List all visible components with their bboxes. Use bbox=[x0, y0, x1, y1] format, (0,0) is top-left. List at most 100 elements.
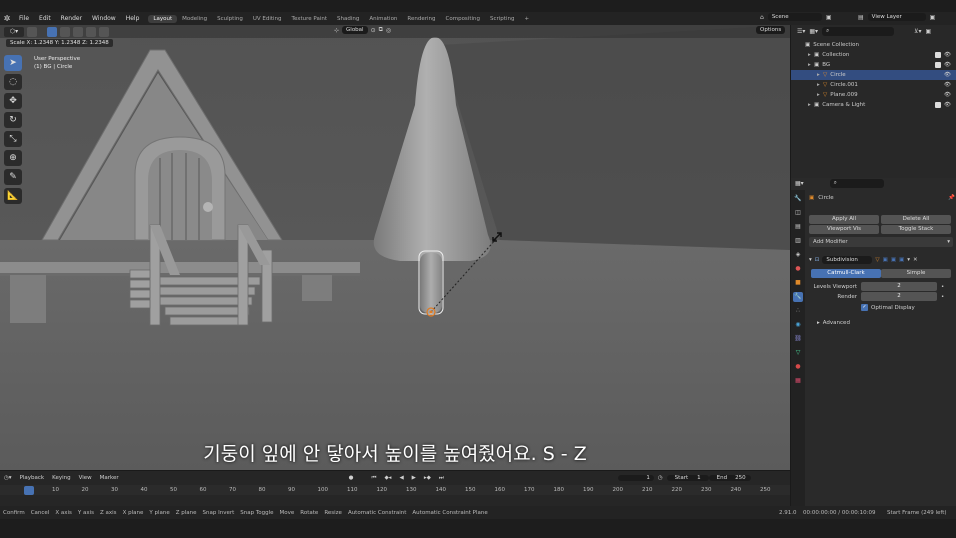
outliner-search-field[interactable]: ⌕ bbox=[822, 27, 895, 36]
tab-compositing[interactable]: Compositing bbox=[441, 15, 485, 23]
new-collection-icon[interactable]: ▣ bbox=[925, 28, 931, 35]
add-modifier-dropdown[interactable]: Add Modifier ▾ bbox=[809, 237, 953, 247]
timeline-editor-icon[interactable]: ◷▾ bbox=[0, 475, 16, 481]
pin-icon[interactable]: 📌 bbox=[948, 195, 955, 201]
tool-tab-icon[interactable]: 🔧 bbox=[793, 194, 803, 204]
filter-icon[interactable]: ⊻▾ bbox=[914, 28, 921, 35]
optimal-display-checkbox[interactable]: ✓ bbox=[861, 304, 868, 311]
clock-icon[interactable]: ◷ bbox=[654, 475, 667, 481]
close-icon[interactable]: ✕ bbox=[913, 257, 918, 263]
prev-keyframe-icon[interactable]: ◆◂ bbox=[380, 475, 395, 481]
scene-new-icon[interactable]: ▣ bbox=[826, 14, 832, 21]
next-keyframe-icon[interactable]: ▸◆ bbox=[420, 475, 435, 481]
exclude-checkbox[interactable] bbox=[935, 52, 941, 58]
editor-type-button[interactable]: ⬡▾ bbox=[4, 26, 24, 37]
outliner-row[interactable]: ▸ ▣ Camera & Light 👁 bbox=[791, 100, 956, 110]
select-mode-button[interactable] bbox=[27, 26, 37, 37]
modifier-tab-icon[interactable]: 🔧 bbox=[793, 292, 803, 302]
expand-icon[interactable]: ▾ bbox=[809, 257, 812, 263]
editmode-icon[interactable]: ▽ bbox=[875, 257, 879, 263]
keyframe-dot-icon[interactable]: • bbox=[941, 294, 944, 300]
current-frame-field[interactable]: 1 bbox=[617, 475, 654, 481]
frame-ruler[interactable]: 1102030405060708090100110120130140150160… bbox=[0, 485, 790, 495]
keying-menu[interactable]: Keying bbox=[48, 475, 74, 481]
end-frame-field[interactable]: End 250 bbox=[708, 475, 751, 481]
marker-menu[interactable]: Marker bbox=[96, 475, 123, 481]
outliner-row[interactable]: ▸ ▣ Collection 👁 bbox=[791, 50, 956, 60]
particles-tab-icon[interactable]: ∴ bbox=[793, 306, 803, 316]
world-tab-icon[interactable]: ● bbox=[793, 264, 803, 274]
select-intersect-icon[interactable] bbox=[99, 26, 109, 37]
view-layer-selector[interactable]: ▤ View Layer ▣ bbox=[858, 13, 935, 21]
render-toggle-icon[interactable]: ▣ bbox=[899, 257, 904, 263]
proportional-edit-icon[interactable]: ◎ bbox=[386, 27, 391, 34]
visibility-icon[interactable]: 👁 bbox=[944, 72, 951, 78]
start-frame-field[interactable]: Start 1 bbox=[666, 475, 709, 481]
scene-selector[interactable]: ⌂ Scene ▣ bbox=[760, 13, 831, 21]
tab-sculpting[interactable]: Sculpting bbox=[212, 15, 248, 23]
playhead[interactable] bbox=[24, 486, 34, 495]
scale-tool-icon[interactable]: ⤡ bbox=[4, 131, 22, 147]
outliner-row[interactable]: ▸ ▽ Circle.001 👁 bbox=[791, 80, 956, 90]
delete-all-button[interactable]: Delete All bbox=[881, 215, 951, 224]
viewport-toggle-icon[interactable]: ▣ bbox=[891, 257, 896, 263]
options-dropdown[interactable]: Options bbox=[756, 26, 786, 34]
3d-viewport[interactable]: ⬡▾ ⊹ Global ⊙ ⧉ ◎ Options Scale X: 1.234… bbox=[0, 25, 790, 470]
tab-modeling[interactable]: Modeling bbox=[177, 15, 212, 23]
transform-tool-icon[interactable]: ⊕ bbox=[4, 150, 22, 166]
outliner-row[interactable]: ▸ ▽ Plane.009 👁 bbox=[791, 90, 956, 100]
view-layer-tab-icon[interactable]: ▥ bbox=[793, 236, 803, 246]
tab-uv-editing[interactable]: UV Editing bbox=[248, 15, 287, 23]
view-menu[interactable]: View bbox=[75, 475, 96, 481]
data-tab-icon[interactable]: ▽ bbox=[793, 348, 803, 358]
cage-icon[interactable]: ▣ bbox=[883, 257, 888, 263]
measure-tool-icon[interactable]: 📐 bbox=[4, 188, 22, 204]
select-box-icon[interactable] bbox=[47, 26, 57, 37]
menu-render[interactable]: Render bbox=[56, 15, 87, 22]
add-workspace-button[interactable]: + bbox=[519, 15, 534, 23]
display-mode-icon[interactable]: ▦▾ bbox=[809, 28, 818, 35]
view-layer-new-icon[interactable]: ▣ bbox=[930, 14, 936, 21]
output-tab-icon[interactable]: ▤ bbox=[793, 222, 803, 232]
texture-tab-icon[interactable]: ▦ bbox=[793, 376, 803, 386]
object-tab-icon[interactable]: ■ bbox=[793, 278, 803, 288]
menu-help[interactable]: Help bbox=[121, 15, 145, 22]
visibility-icon[interactable]: 👁 bbox=[944, 62, 951, 68]
play-reverse-icon[interactable]: ◀ bbox=[395, 475, 407, 481]
cursor-tool-icon[interactable]: ◌ bbox=[4, 74, 22, 90]
exclude-checkbox[interactable] bbox=[935, 102, 941, 108]
tab-layout[interactable]: Layout bbox=[148, 14, 178, 23]
pivot-icon[interactable]: ⊙ bbox=[371, 27, 376, 34]
modifier-name-field[interactable]: Subdivision bbox=[822, 255, 873, 264]
select-tool-icon[interactable]: ➤ bbox=[4, 55, 22, 71]
scene-tab-icon[interactable]: ◈ bbox=[793, 250, 803, 260]
rotate-tool-icon[interactable]: ↻ bbox=[4, 112, 22, 128]
exclude-checkbox[interactable] bbox=[935, 62, 941, 68]
material-tab-icon[interactable]: ● bbox=[793, 362, 803, 372]
menu-file[interactable]: File bbox=[14, 15, 34, 22]
view-layer-field[interactable]: View Layer bbox=[867, 13, 926, 21]
dropdown-icon[interactable]: ▾ bbox=[907, 257, 910, 263]
render-levels-field[interactable]: 2 bbox=[861, 292, 937, 301]
playback-menu[interactable]: Playback bbox=[16, 475, 49, 481]
blender-logo-icon[interactable]: ✲ bbox=[0, 14, 14, 23]
toggle-stack-button[interactable]: Toggle Stack bbox=[881, 225, 951, 234]
select-invert-icon[interactable] bbox=[86, 26, 96, 37]
select-extend-icon[interactable] bbox=[60, 26, 70, 37]
visibility-icon[interactable]: 👁 bbox=[944, 102, 951, 108]
outliner-row[interactable]: ▸ ▣ BG 👁 bbox=[791, 60, 956, 70]
physics-tab-icon[interactable]: ◉ bbox=[793, 320, 803, 330]
play-icon[interactable]: ▶ bbox=[408, 475, 420, 481]
render-tab-icon[interactable]: ◫ bbox=[793, 208, 803, 218]
outliner-row[interactable]: ▣ Scene Collection bbox=[791, 40, 956, 50]
orientation-dropdown[interactable]: Global bbox=[342, 26, 368, 34]
constraints-tab-icon[interactable]: ⛓ bbox=[793, 334, 803, 344]
catmull-clark-button[interactable]: Catmull-Clark bbox=[811, 269, 881, 278]
scene-field[interactable]: Scene bbox=[767, 13, 822, 21]
visibility-icon[interactable]: 👁 bbox=[944, 52, 951, 58]
outliner-row[interactable]: ▸ ▽ Circle 👁 bbox=[791, 70, 956, 80]
record-icon[interactable]: ● bbox=[345, 475, 358, 481]
options-label[interactable]: Options bbox=[756, 26, 786, 34]
menu-window[interactable]: Window bbox=[87, 15, 121, 22]
tab-rendering[interactable]: Rendering bbox=[402, 15, 440, 23]
